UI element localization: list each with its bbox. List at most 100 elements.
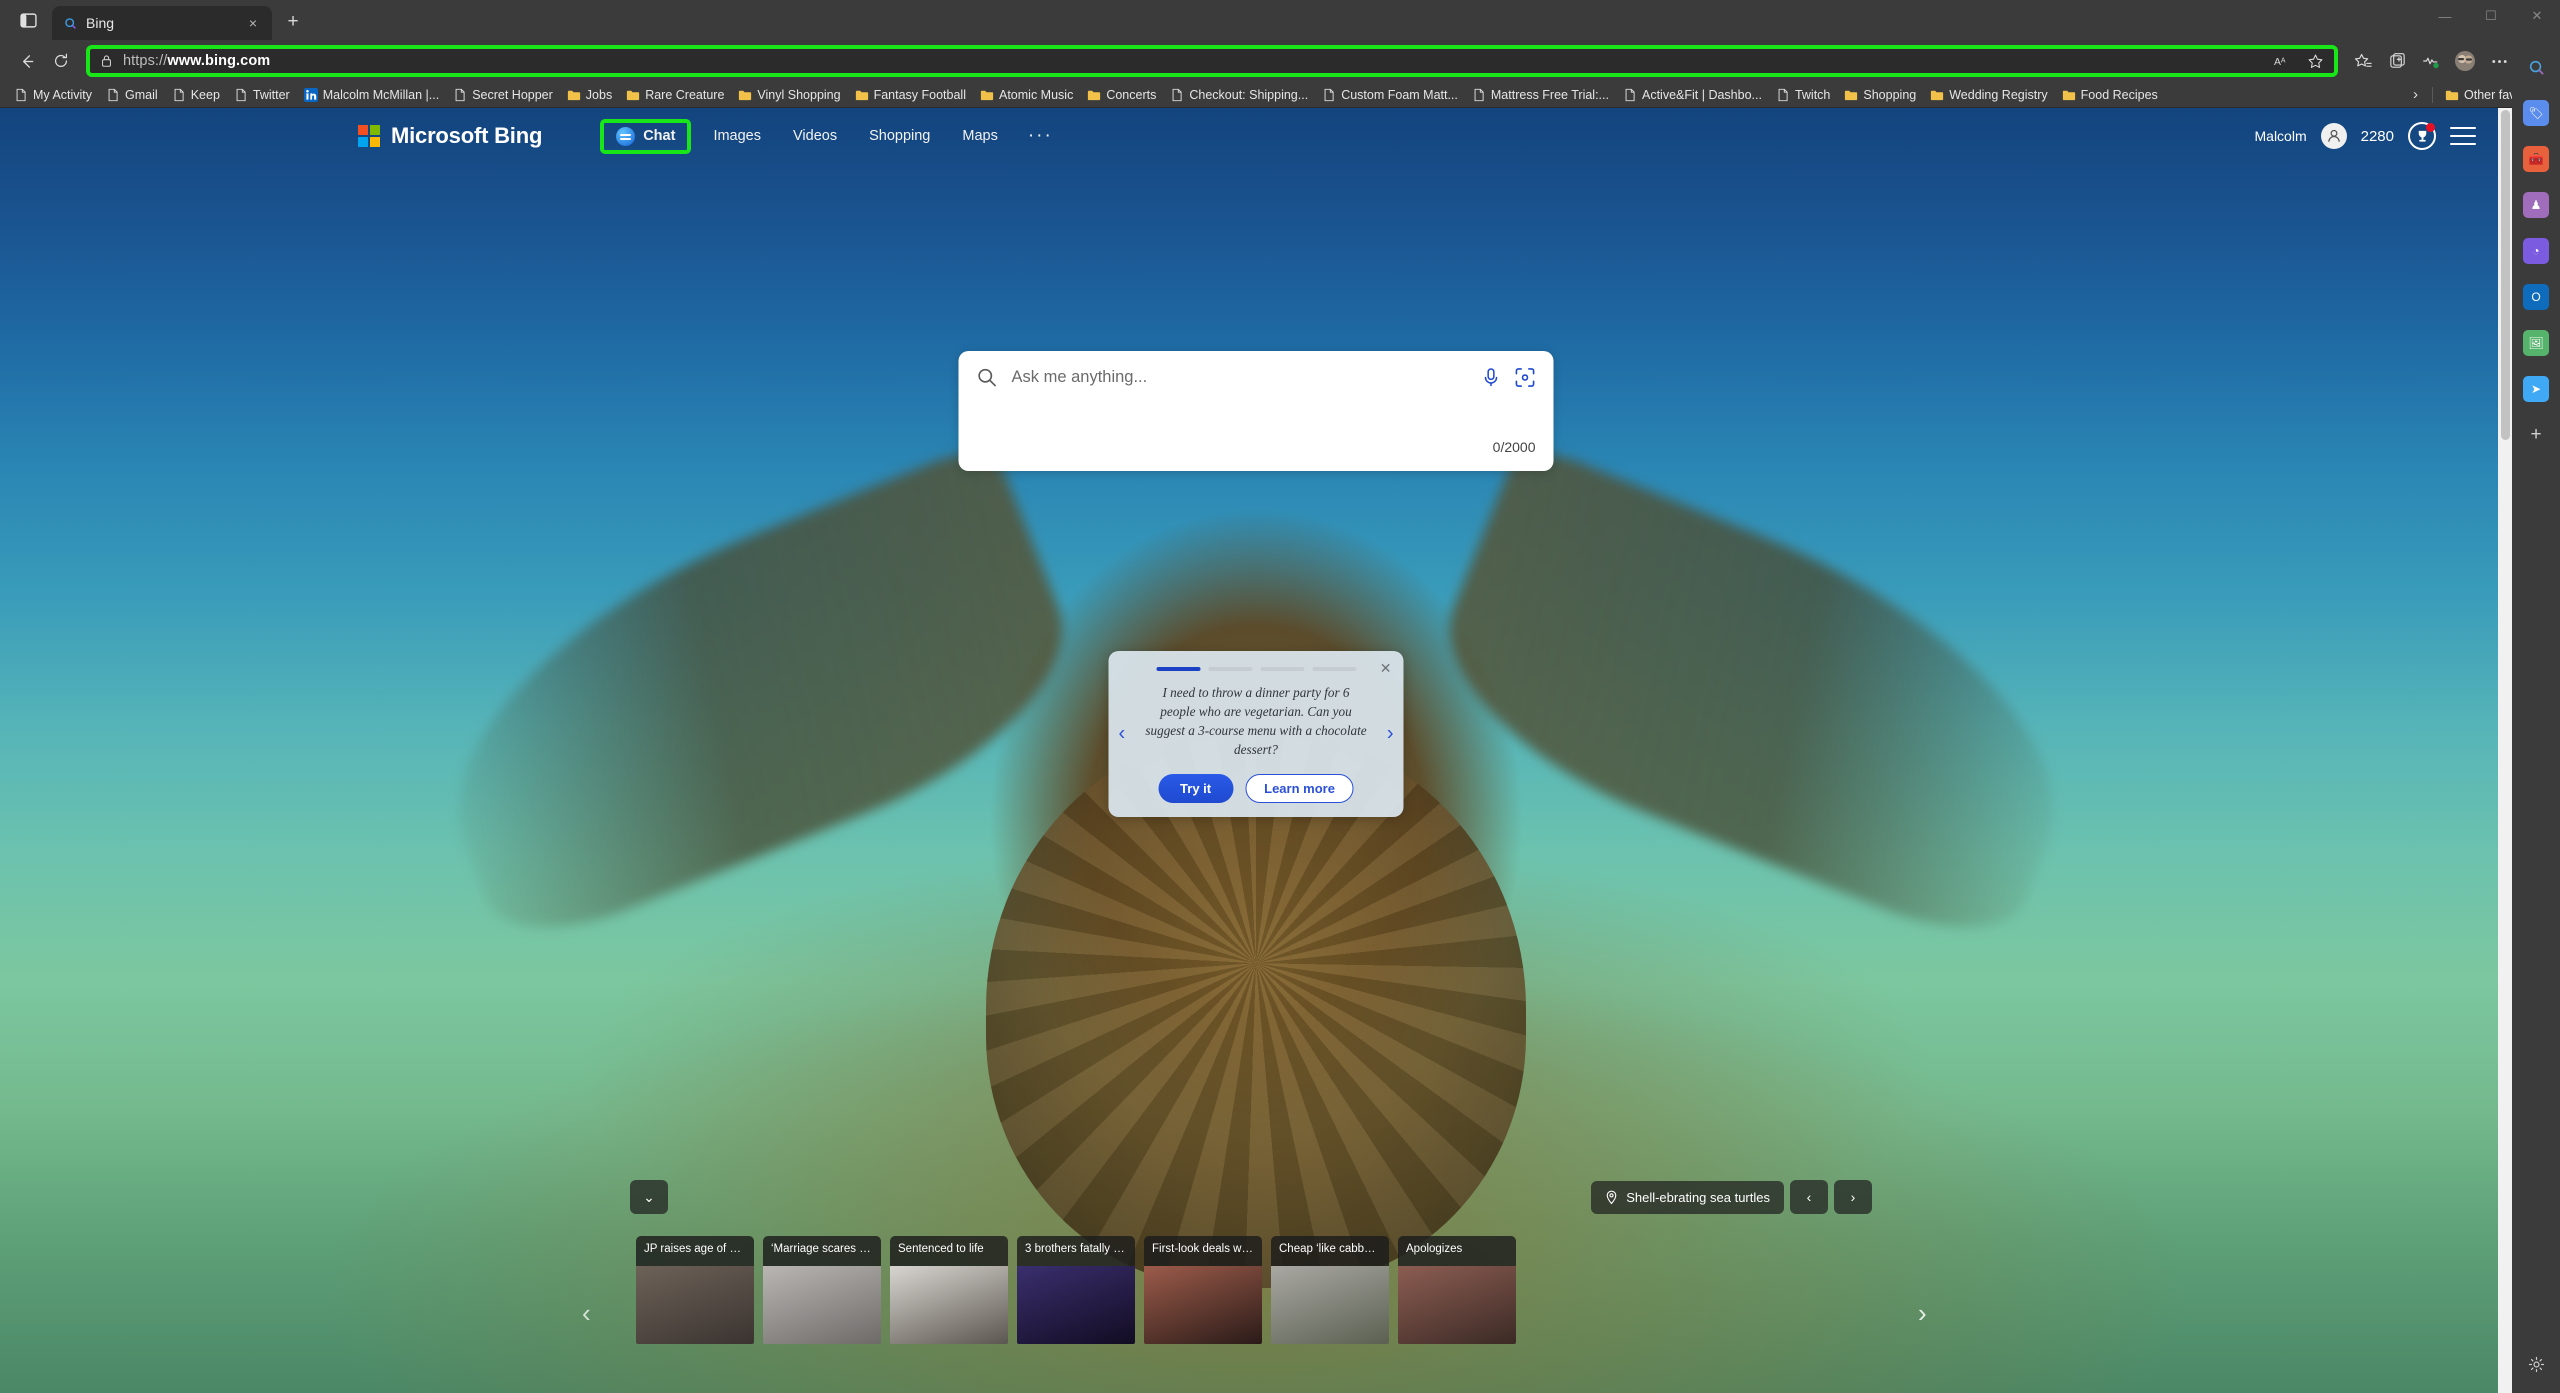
folder-icon (1844, 88, 1858, 102)
progress-segment[interactable] (1208, 667, 1252, 671)
minimize-icon[interactable]: — (2422, 0, 2468, 32)
bookmark-item[interactable]: Keep (166, 86, 226, 104)
bookmark-item[interactable]: Checkout: Shipping... (1164, 86, 1314, 104)
microsoft-365-icon[interactable]: ◔ (2523, 238, 2549, 264)
settings-gear-icon[interactable] (2523, 1351, 2549, 1377)
bookmark-item[interactable]: Shopping (1838, 86, 1922, 104)
bookmark-item[interactable]: Concerts (1081, 86, 1162, 104)
image-prev-button[interactable]: ‹ (1790, 1180, 1828, 1214)
page-icon (1623, 88, 1637, 102)
folder-icon (738, 88, 752, 102)
close-window-icon[interactable]: ✕ (2514, 0, 2560, 32)
bing-nav-item-maps[interactable]: Maps (946, 121, 1013, 151)
reload-icon[interactable] (46, 46, 76, 76)
collapse-content-button[interactable]: ⌄ (630, 1180, 668, 1214)
drop-icon[interactable]: ➤ (2523, 376, 2549, 402)
tools-briefcase-icon[interactable]: 🧰 (2523, 146, 2549, 172)
bing-nav-more-button[interactable]: ··· (1014, 121, 1067, 151)
bookmark-item[interactable]: Twitter (228, 86, 296, 104)
news-card[interactable]: Cheap ‘like cabbage’ (1271, 1236, 1389, 1344)
bookmark-item[interactable]: Rare Creature (620, 86, 730, 104)
news-card[interactable]: Sentenced to life (890, 1236, 1008, 1344)
browser-tab-bing[interactable]: Bing × (52, 6, 272, 40)
bookmark-item[interactable]: Atomic Music (974, 86, 1079, 104)
news-card[interactable]: 3 brothers fatally shot (1017, 1236, 1135, 1344)
profile-avatar-icon[interactable] (2450, 46, 2480, 76)
news-card[interactable]: ‘Marriage scares me’ (763, 1236, 881, 1344)
bookmarks-overflow-button[interactable]: › (2405, 86, 2426, 103)
hamburger-menu-icon[interactable] (2450, 127, 2476, 145)
bing-nav-item-images[interactable]: Images (697, 121, 777, 151)
bookmark-item[interactable]: Wedding Registry (1924, 86, 2053, 104)
avatar[interactable] (2320, 123, 2347, 149)
news-card[interactable]: Apologizes (1398, 1236, 1516, 1344)
new-tab-button[interactable]: + (278, 7, 308, 37)
scrollbar-thumb[interactable] (2500, 110, 2510, 440)
page-scrollbar[interactable] (2498, 108, 2512, 1393)
outlook-icon[interactable]: O (2523, 284, 2549, 310)
search-icon[interactable] (2523, 54, 2549, 80)
progress-segment[interactable] (1260, 667, 1304, 671)
location-pin-icon (1605, 1190, 1618, 1205)
close-icon[interactable]: ✕ (1380, 660, 1392, 677)
microphone-icon[interactable] (1482, 367, 1501, 388)
bing-nav-item-shopping[interactable]: Shopping (853, 121, 946, 151)
suggestion-prev-button[interactable]: ‹ (1119, 723, 1126, 746)
news-card-title: Sentenced to life (890, 1236, 1008, 1266)
bookmark-item[interactable]: Fantasy Football (849, 86, 972, 104)
more-options-icon[interactable] (2484, 46, 2514, 76)
bookmark-item[interactable]: Jobs (561, 86, 618, 104)
bookmark-item[interactable]: Twitch (1770, 86, 1836, 104)
favorite-star-icon[interactable] (2307, 53, 2324, 70)
bookmark-item[interactable]: Secret Hopper (447, 86, 559, 104)
bookmark-item[interactable]: Food Recipes (2056, 86, 2164, 104)
close-icon[interactable]: × (244, 14, 262, 32)
shopping-tag-icon[interactable]: 🏷 (2523, 100, 2549, 126)
folder-icon (626, 88, 640, 102)
suggestion-next-button[interactable]: › (1387, 723, 1394, 746)
tab-actions-icon[interactable] (8, 4, 48, 36)
image-next-button[interactable]: › (1834, 1180, 1872, 1214)
carousel-next-button[interactable]: › (1918, 1298, 1927, 1329)
progress-segment[interactable] (1156, 667, 1200, 671)
folder-icon (2062, 88, 2076, 102)
add-sidebar-app-button[interactable]: + (2523, 422, 2549, 448)
rewards-trophy-icon[interactable] (2408, 122, 2436, 150)
address-bar[interactable]: https://www.bing.com AA (90, 49, 2334, 73)
bookmark-item[interactable]: Active&Fit | Dashbo... (1617, 86, 1768, 104)
bing-nav-item-chat[interactable]: Chat (600, 118, 692, 154)
read-aloud-icon[interactable]: AA (2274, 54, 2293, 69)
browser-window: Bing × + — ☐ ✕ https://www.bing.com A A … (0, 0, 2560, 1393)
folder-icon (567, 88, 581, 102)
page-icon (1322, 88, 1336, 102)
image-caption-chip[interactable]: Shell-ebrating sea turtles (1591, 1180, 1784, 1214)
bing-nav-item-videos[interactable]: Videos (777, 121, 853, 151)
search-input[interactable] (1011, 368, 1468, 387)
bookmark-item[interactable]: Mattress Free Trial:... (1466, 86, 1615, 104)
maximize-icon[interactable]: ☐ (2468, 0, 2514, 32)
news-card[interactable]: JP raises age of consent (636, 1236, 754, 1344)
browser-essentials-icon[interactable] (2416, 46, 2446, 76)
microsoft-bing-logo[interactable]: Microsoft Bing (358, 123, 542, 149)
news-card[interactable]: First-look deals with WB (1144, 1236, 1262, 1344)
back-arrow-icon[interactable] (12, 46, 42, 76)
collections-icon[interactable] (2382, 46, 2412, 76)
bookmark-item[interactable]: Custom Foam Matt... (1316, 86, 1464, 104)
bookmark-item[interactable]: My Activity (8, 86, 98, 104)
folder-icon (2445, 88, 2459, 102)
visual-search-icon[interactable] (1515, 367, 1536, 388)
crowd-of-people-photo (636, 1266, 754, 1344)
bookmark-item[interactable]: Gmail (100, 86, 164, 104)
games-icon[interactable]: ♟ (2523, 192, 2549, 218)
bookmark-item[interactable]: Malcolm McMillan |... (298, 86, 445, 104)
search-box[interactable]: 0/2000 (958, 351, 1554, 471)
lock-icon[interactable] (100, 54, 113, 68)
blonde-woman-photo (763, 1266, 881, 1344)
try-it-button[interactable]: Try it (1158, 774, 1234, 804)
progress-segment[interactable] (1312, 667, 1356, 671)
bookmark-item[interactable]: Vinyl Shopping (732, 86, 846, 104)
image-creator-icon[interactable]: 🖼 (2523, 330, 2549, 356)
carousel-prev-button[interactable]: ‹ (582, 1298, 591, 1329)
favorites-icon[interactable] (2348, 46, 2378, 76)
learn-more-button[interactable]: Learn more (1245, 774, 1354, 804)
